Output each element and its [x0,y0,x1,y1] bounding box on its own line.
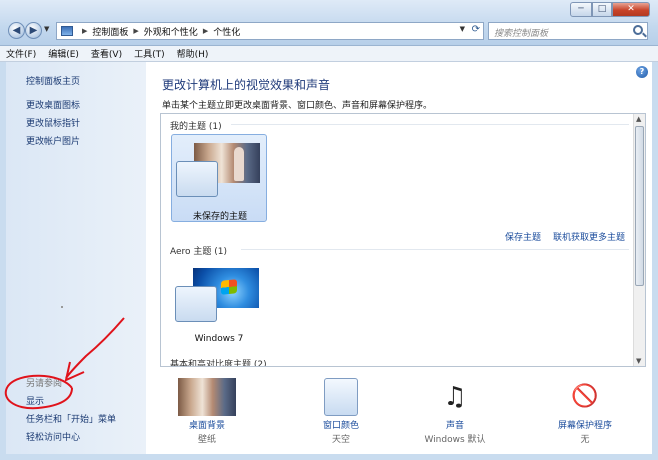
sidebar: 控制面板主页 更改桌面图标 更改鼠标指针 更改帐户图片 另请参阅 显示 任务栏和… [6,62,146,454]
sidebar-link-control-panel-home[interactable]: 控制面板主页 [26,74,80,87]
search-icon[interactable] [633,25,643,35]
search-input[interactable]: 搜索控制面板 [488,22,648,40]
menu-view[interactable]: 查看(V) [91,47,122,60]
breadcrumb-separator[interactable]: ▶ [203,27,208,35]
desktop-background-shortcut[interactable]: 桌面背景 壁纸 [146,376,246,448]
person-figure [234,147,244,181]
page-description: 单击某个主题立即更改桌面背景、窗口颜色、声音和屏幕保护程序。 [162,101,433,111]
breadcrumb-appearance[interactable]: 外观和个性化 [144,25,198,38]
search-placeholder: 搜索控制面板 [494,29,549,39]
see-also-heading: 另请参阅 [26,379,63,389]
wallpaper-icon [178,378,236,416]
screensaver-shortcut[interactable]: 🚫 屏幕保护程序 无 [524,376,624,448]
sounds-shortcut[interactable]: ♫ 声音 Windows 默认 [394,376,494,448]
scroll-up-icon[interactable]: ▲ [636,115,641,123]
back-button[interactable]: ◀ [8,22,25,39]
menu-file[interactable]: 文件(F) [6,47,36,60]
window-color-shortcut[interactable]: 窗口颜色 天空 [280,376,380,448]
breadcrumb-separator[interactable]: ▶ [82,27,87,35]
main-panel: ? 更改计算机上的视觉效果和声音 单击某个主题立即更改桌面背景、窗口颜色、声音和… [146,62,652,454]
scroll-down-icon[interactable]: ▼ [636,357,641,365]
divider-dot [61,306,63,308]
my-themes-heading: 我的主题 (1) [170,122,222,132]
menu-edit[interactable]: 编辑(E) [48,47,79,60]
screensaver-icon: 🚫 [571,384,599,409]
sidebar-link-display[interactable]: 显示 [26,394,44,407]
sidebar-link-taskbar-start-menu[interactable]: 任务栏和「开始」菜单 [26,412,116,425]
shortcut-label[interactable]: 屏幕保护程序 [524,418,646,431]
sound-icon: ♫ [443,382,467,412]
help-icon[interactable]: ? [636,66,648,78]
theme-name: Windows 7 [194,334,244,344]
section-divider [231,124,629,125]
sidebar-link-mouse-pointers[interactable]: 更改鼠标指针 [26,116,80,129]
aero-themes-heading: Aero 主题 (1) [170,247,228,257]
theme-windows7[interactable]: Windows 7 [171,260,267,348]
breadcrumb-personalization[interactable]: 个性化 [213,25,240,38]
menu-tools[interactable]: 工具(T) [134,47,165,60]
get-more-themes-link[interactable]: 联机获取更多主题 [553,230,625,243]
refresh-icon[interactable]: ⟳ [472,24,480,35]
maximize-button[interactable]: □ [592,2,612,17]
shortcut-label[interactable]: 声音 [394,418,516,431]
theme-name: 未保存的主题 [192,212,247,222]
forward-button[interactable]: ▶ [25,22,42,39]
windows-logo [221,279,237,295]
shortcut-value: 壁纸 [197,435,216,445]
window-color-icon [324,378,358,416]
window-color-swatch [176,161,218,197]
minimize-button[interactable]: ─ [570,2,592,17]
title-bar: ◀ ▶ ▼ ▶ 控制面板 ▶ 外观和个性化 ▶ 个性化 ▼ ⟳ 搜索控制面板 ─… [0,0,658,46]
window-color-swatch [175,286,217,322]
save-theme-link[interactable]: 保存主题 [505,230,541,243]
shortcut-label[interactable]: 桌面背景 [146,418,268,431]
recent-pages-dropdown[interactable]: ▼ [44,25,49,33]
sidebar-link-desktop-icons[interactable]: 更改桌面图标 [26,98,80,111]
shortcut-value: 天空 [331,435,350,445]
breadcrumb-control-panel[interactable]: 控制面板 [92,25,128,38]
scrollbar-thumb[interactable] [635,126,644,286]
shortcut-value: 无 [580,435,590,445]
shortcut-value: Windows 默认 [424,435,486,445]
shortcut-label[interactable]: 窗口颜色 [280,418,402,431]
theme-list[interactable]: 我的主题 (1) 未保存的主题 保存主题 联机获取更多主题 Aero 主题 (1… [160,113,646,367]
window-controls: ─ □ ✕ [570,2,650,17]
breadcrumb-separator[interactable]: ▶ [133,27,138,35]
sidebar-link-account-picture[interactable]: 更改帐户图片 [26,134,80,147]
sidebar-link-ease-of-access[interactable]: 轻松访问中心 [26,430,80,443]
basic-themes-heading: 基本和高对比度主题 (2) [170,360,267,367]
page-title: 更改计算机上的视觉效果和声音 [162,78,331,92]
address-bar[interactable]: ▶ 控制面板 ▶ 外观和个性化 ▶ 个性化 ▼ ⟳ [56,22,484,40]
theme-unsaved[interactable]: 未保存的主题 [171,134,267,222]
menu-bar: 文件(F) 编辑(E) 查看(V) 工具(T) 帮助(H) [0,46,658,62]
theme-list-scrollbar[interactable]: ▲ ▼ [633,114,645,366]
address-history-icon[interactable]: ▼ [460,25,465,33]
menu-help[interactable]: 帮助(H) [177,47,209,60]
section-divider [241,249,629,250]
control-panel-icon [61,26,73,36]
close-button[interactable]: ✕ [612,2,650,17]
